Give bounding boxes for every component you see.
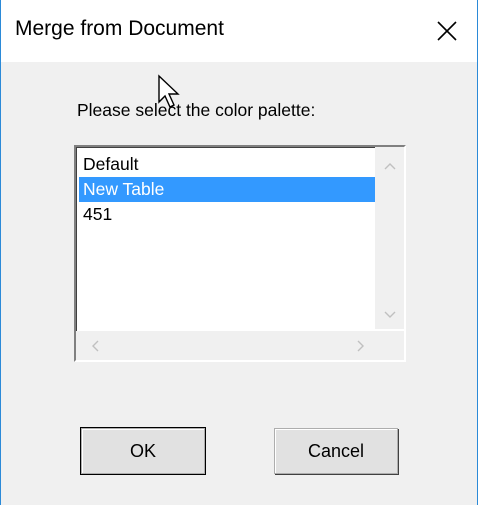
scroll-right-button[interactable] [346,331,375,360]
palette-listbox[interactable]: Default New Table 451 [74,145,406,362]
scroll-left-button[interactable] [80,331,109,360]
close-button[interactable] [417,0,477,62]
chevron-left-icon [91,340,98,351]
chevron-right-icon [357,340,364,351]
scroll-up-button[interactable] [375,151,404,180]
list-item-new-table[interactable]: New Table [79,177,375,202]
palette-list: Default New Table 451 [79,152,375,227]
chevron-up-icon [384,162,395,169]
title-bar[interactable]: Merge from Document [1,0,477,62]
scrollbar-corner [375,331,404,360]
horizontal-scrollbar[interactable] [76,331,375,360]
mouse-pointer-icon [158,74,180,108]
chevron-down-icon [384,311,395,318]
scroll-down-button[interactable] [375,300,404,329]
vertical-scrollbar[interactable] [375,147,404,329]
close-icon [437,21,457,41]
cancel-button[interactable]: Cancel [274,428,398,474]
window-title: Merge from Document [15,17,224,40]
palette-prompt: Please select the color palette: [77,100,316,120]
ok-button[interactable]: OK [80,427,206,475]
list-item-default[interactable]: Default [79,152,375,177]
list-item-451[interactable]: 451 [79,202,375,227]
dialog-window: Merge from Document Please select the co… [0,0,478,505]
